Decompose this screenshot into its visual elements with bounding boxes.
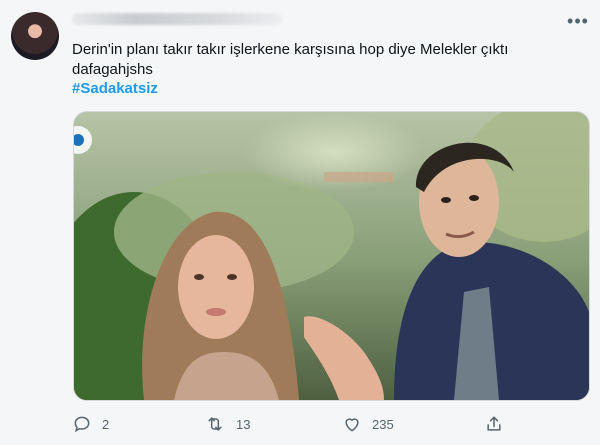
heart-icon xyxy=(345,418,359,432)
reply-count: 2 xyxy=(102,416,110,432)
tweet-text: Derin'in planı takır takır işlerkene kar… xyxy=(72,40,572,80)
tweet-text-line-2: dafagahjshs xyxy=(72,61,153,78)
avatar[interactable] xyxy=(11,12,59,60)
reply-icon xyxy=(74,416,90,433)
reply-button[interactable]: 2 xyxy=(72,412,109,436)
share-button[interactable] xyxy=(484,412,504,436)
retweet-button[interactable]: 13 xyxy=(204,412,250,436)
tweet-media[interactable] xyxy=(73,111,590,401)
share-icon xyxy=(487,416,501,431)
tweet-text-line-1: Derin'in planı takır takır işlerkene kar… xyxy=(72,41,509,58)
retweet-icon xyxy=(208,417,222,431)
like-button[interactable]: 235 xyxy=(342,412,394,436)
hashtag-link[interactable]: #Sadakatsiz xyxy=(72,80,158,97)
retweet-count: 13 xyxy=(236,416,251,432)
more-icon: ••• xyxy=(567,11,589,31)
like-count: 235 xyxy=(372,416,394,432)
more-options-button[interactable]: ••• xyxy=(567,11,589,31)
media-image xyxy=(74,112,589,400)
tweet-actions: 2 13 235 xyxy=(72,412,592,436)
author-name-redacted xyxy=(72,13,282,25)
